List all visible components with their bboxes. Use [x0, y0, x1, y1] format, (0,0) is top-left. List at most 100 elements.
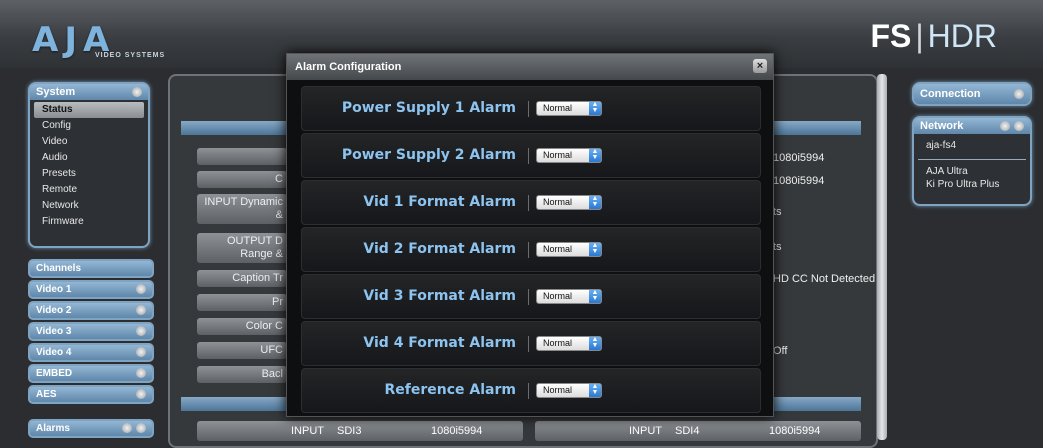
channel-label: Video 1 [36, 284, 72, 295]
row-divider [528, 148, 529, 164]
select-arrow-icon: ▲ ▼ [589, 336, 601, 350]
nav-status[interactable]: Status [34, 102, 144, 118]
nav-presets[interactable]: Presets [30, 166, 148, 182]
button-label: Bacl [261, 368, 283, 380]
expand-icon[interactable] [136, 347, 146, 357]
select-arrow-icon: ▲ ▼ [589, 383, 601, 397]
input-label: INPUT [291, 425, 324, 437]
channel-label: AES [36, 389, 57, 400]
input-dynamic-button[interactable]: INPUT Dynamic & [197, 194, 287, 224]
alarm-select[interactable]: Normal ▲ ▼ [536, 242, 602, 257]
alarm-label: Power Supply 2 Alarm [341, 147, 516, 163]
network-device-current[interactable]: aja-fs4 [914, 138, 1030, 154]
row-divider [528, 242, 529, 258]
nav-audio[interactable]: Audio [30, 150, 148, 166]
select-arrow-icon: ▲ ▼ [589, 242, 601, 256]
network-title-label: Network [920, 120, 964, 132]
expand-icon[interactable] [136, 326, 146, 336]
collapse-icon[interactable] [1014, 89, 1024, 99]
expand-icon[interactable] [136, 284, 146, 294]
status-value: 1080i5994 [773, 175, 825, 187]
alarm-label: Power Supply 1 Alarm [341, 100, 516, 116]
nav-video[interactable]: Video [30, 134, 148, 150]
network-device[interactable]: Ki Pro Ultra Plus [914, 178, 1030, 191]
close-icon[interactable]: × [753, 59, 767, 73]
collapse-icon[interactable] [136, 423, 146, 433]
alarm-row-vid-3-format: Vid 3 Format Alarm Normal ▲ ▼ [301, 274, 761, 319]
button-label: C [275, 173, 283, 185]
system-panel-title[interactable]: System [30, 84, 148, 100]
connection-panel-title[interactable]: Connection [914, 84, 1030, 104]
row-divider [528, 336, 529, 352]
expand-icon[interactable] [136, 305, 146, 315]
select-value: Normal [543, 291, 573, 301]
alarm-row-reference: Reference Alarm Normal ▲ ▼ [301, 368, 761, 413]
output-dynamic-button[interactable]: OUTPUT D Range & [197, 233, 287, 263]
channel-video-4[interactable]: Video 4 [28, 343, 154, 362]
status-button[interactable]: C [197, 171, 287, 188]
input-sdi4-row[interactable]: INPUT SDI4 1080i5994 [535, 421, 861, 441]
status-value: 1080i5994 [773, 152, 825, 164]
channel-video-3[interactable]: Video 3 [28, 322, 154, 341]
alarm-row-power-supply-1: Power Supply 1 Alarm Normal ▲ ▼ [301, 86, 761, 131]
button-label: Caption Tr [232, 272, 283, 284]
select-arrow-icon: ▲ ▼ [589, 195, 601, 209]
system-panel: System Status Config Video Audio Presets… [28, 82, 150, 248]
connection-panel: Connection [912, 82, 1032, 106]
status-value: Off [773, 345, 788, 357]
refresh-icon[interactable] [122, 423, 132, 433]
channel-video-1[interactable]: Video 1 [28, 280, 154, 299]
channel-embed[interactable]: EMBED [28, 364, 154, 383]
expand-icon[interactable] [136, 389, 146, 399]
select-value: Normal [543, 338, 573, 348]
expand-icon[interactable] [136, 368, 146, 378]
channel-label: Video 2 [36, 305, 72, 316]
product-separator: | [915, 18, 924, 54]
alarm-label: Vid 2 Format Alarm [363, 241, 516, 257]
ufc-button[interactable]: UFC [197, 342, 287, 359]
row-divider [528, 195, 529, 211]
alarm-select[interactable]: Normal ▲ ▼ [536, 289, 602, 304]
dialog-title: Alarm Configuration [295, 61, 402, 73]
backup-button[interactable]: Bacl [197, 366, 287, 383]
alarm-select[interactable]: Normal ▲ ▼ [536, 336, 602, 351]
alarm-row-vid-2-format: Vid 2 Format Alarm Normal ▲ ▼ [301, 227, 761, 272]
select-value: Normal [543, 103, 573, 113]
alarm-select[interactable]: Normal ▲ ▼ [536, 195, 602, 210]
input-format: 1080i5994 [769, 425, 821, 437]
nav-remote[interactable]: Remote [30, 182, 148, 198]
alarm-row-vid-4-format: Vid 4 Format Alarm Normal ▲ ▼ [301, 321, 761, 366]
alarm-select[interactable]: Normal ▲ ▼ [536, 383, 602, 398]
alarms-panel-header[interactable]: Alarms [28, 419, 154, 438]
select-arrow-icon: ▲ ▼ [589, 289, 601, 303]
refresh-icon[interactable] [1000, 121, 1010, 131]
channel-video-2[interactable]: Video 2 [28, 301, 154, 320]
select-value: Normal [543, 385, 573, 395]
collapse-icon[interactable] [1014, 121, 1024, 131]
channels-header[interactable]: Channels [28, 259, 154, 278]
alarm-row-power-supply-2: Power Supply 2 Alarm Normal ▲ ▼ [301, 133, 761, 178]
alarm-select[interactable]: Normal ▲ ▼ [536, 148, 602, 163]
collapse-icon[interactable] [132, 87, 142, 97]
network-device[interactable]: AJA Ultra [914, 165, 1030, 178]
nav-firmware[interactable]: Firmware [30, 214, 148, 230]
status-button[interactable] [197, 148, 287, 165]
alarm-select[interactable]: Normal ▲ ▼ [536, 101, 602, 116]
input-label: INPUT [629, 425, 662, 437]
system-title-label: System [36, 86, 76, 98]
channels-title: Channels [36, 263, 82, 274]
caption-button[interactable]: Caption Tr [197, 270, 287, 287]
input-sdi3-row[interactable]: INPUT SDI3 1080i5994 [197, 421, 523, 441]
network-panel-title[interactable]: Network [914, 118, 1030, 134]
nav-config[interactable]: Config [30, 118, 148, 134]
color-button[interactable]: Color C [197, 318, 287, 335]
row-divider [528, 101, 529, 117]
page-scrollbar[interactable] [877, 74, 887, 440]
select-value: Normal [543, 244, 573, 254]
network-divider [918, 159, 1026, 160]
button-label: Color C [245, 320, 283, 332]
channel-aes[interactable]: AES [28, 385, 154, 404]
proc-button[interactable]: Pr [197, 294, 287, 311]
input-port: SDI3 [337, 425, 362, 437]
nav-network[interactable]: Network [30, 198, 148, 214]
